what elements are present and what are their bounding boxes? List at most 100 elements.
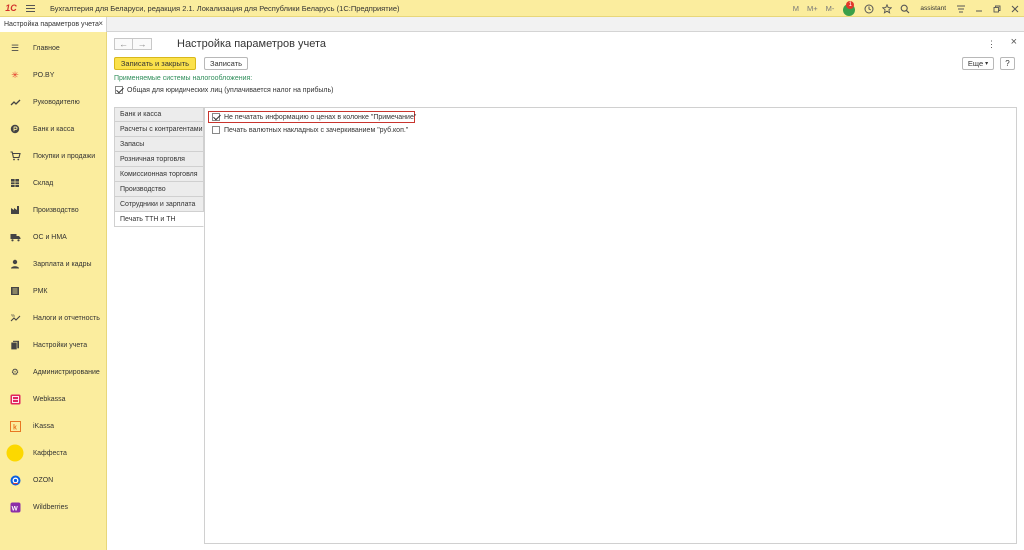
section-bank-cash[interactable]: Банк и касса xyxy=(114,107,204,122)
sidebar-item-fixed-assets[interactable]: ОС и НМА xyxy=(0,227,107,247)
sidebar-item-ikassa[interactable]: k iKassa xyxy=(0,416,107,436)
sidebar-item-label: OZON xyxy=(33,476,54,484)
sidebar-item-manager[interactable]: Руководителю xyxy=(0,92,107,112)
documents-icon xyxy=(9,339,21,351)
section-production[interactable]: Производство xyxy=(114,182,204,197)
currency-strike-option[interactable]: Печать валютных накладных с зачеркивание… xyxy=(212,126,408,134)
save-and-close-button[interactable]: Записать и закрыть xyxy=(114,57,196,70)
memory-button[interactable]: M xyxy=(789,0,803,17)
main-menu-icon[interactable] xyxy=(26,0,40,17)
settings-sections-list: Банк и касса Расчеты с контрагентами Зап… xyxy=(114,107,204,227)
cash-register-icon xyxy=(9,285,21,297)
svg-text:k: k xyxy=(13,424,17,431)
wildberries-icon: W xyxy=(9,501,21,513)
more-vertical-icon[interactable]: ⋮ xyxy=(987,39,996,50)
sidebar-item-label: Каффеста xyxy=(33,449,67,457)
settings-form: ← → Настройка параметров учета ⋮ × Запис… xyxy=(108,32,1024,550)
sidebar-item-purchases-sales[interactable]: Покупки и продажи xyxy=(0,146,107,166)
title-bar: 1С Бухгалтерия для Беларуси, редакция 2.… xyxy=(0,0,1024,17)
cart-icon xyxy=(9,150,21,162)
history-nav: ← → xyxy=(114,38,152,50)
sidebar-item-accounting-settings[interactable]: Настройки учета xyxy=(0,335,107,355)
tab-accounting-settings[interactable]: Настройка параметров учета × xyxy=(0,17,107,32)
sidebar-item-label: ОС и НМА xyxy=(33,233,67,241)
search-icon[interactable] xyxy=(896,0,914,17)
sidebar-item-label: Главное xyxy=(33,44,60,52)
sun-icon: ✳ xyxy=(11,69,19,80)
section-employees-salary[interactable]: Сотрудники и зарплата xyxy=(114,197,204,212)
truck-icon xyxy=(9,231,21,243)
sidebar-item-webkassa[interactable]: Webkassa xyxy=(0,389,107,409)
sidebar-item-label: Настройки учета xyxy=(33,341,88,349)
coin-icon xyxy=(9,123,21,135)
sidebar-item-ozon[interactable]: OZON xyxy=(0,470,107,490)
tab-label: Настройка параметров учета xyxy=(4,21,99,28)
app-title: Бухгалтерия для Беларуси, редакция 2.1. … xyxy=(50,3,400,13)
notification-badge: 1 xyxy=(846,0,855,9)
sidebar-item-production[interactable]: Производство xyxy=(0,200,107,220)
currency-strike-checkbox[interactable] xyxy=(212,126,220,134)
no-price-note-checkbox[interactable] xyxy=(212,113,220,121)
minimize-icon[interactable] xyxy=(970,0,988,17)
svg-text:%: % xyxy=(11,313,15,318)
sidebar-item-wildberries[interactable]: W Wildberries xyxy=(0,497,107,517)
menu-list-icon: ☰ xyxy=(10,42,20,53)
sidebar-item-label: Wildberries xyxy=(33,503,69,511)
help-button[interactable]: ? xyxy=(1000,57,1015,70)
general-tax-option[interactable]: Общая для юридических лиц (уплачивается … xyxy=(115,86,333,94)
memory-plus-button[interactable]: M+ xyxy=(803,0,822,17)
more-actions-label: Еще xyxy=(967,59,984,68)
section-counterparties[interactable]: Расчеты с контрагентами xyxy=(114,122,204,137)
general-tax-label: Общая для юридических лиц (уплачивается … xyxy=(127,86,334,94)
sidebar-item-label: Склад xyxy=(33,179,54,187)
sidebar-item-bank-cash[interactable]: Банк и касса xyxy=(0,119,107,139)
sidebar-item-rmk[interactable]: РМК xyxy=(0,281,107,301)
settings-menu-icon[interactable] xyxy=(952,0,970,17)
favorites-star-icon[interactable] xyxy=(878,0,896,17)
forward-arrow-icon[interactable]: → xyxy=(133,38,152,50)
sidebar-item-label: PO.BY xyxy=(33,71,55,79)
user-name[interactable]: assistant xyxy=(914,5,952,12)
kaffesta-icon xyxy=(6,444,24,462)
sidebar-item-label: Покупки и продажи xyxy=(33,152,96,160)
section-content-panel: Не печатать информацию о ценах в колонке… xyxy=(204,107,1017,544)
svg-text:W: W xyxy=(11,505,18,512)
section-retail[interactable]: Розничная торговля xyxy=(114,152,204,167)
no-price-note-option[interactable]: Не печатать информацию о ценах в колонке… xyxy=(212,113,416,121)
sidebar-item-administration[interactable]: ⚙ Администрирование xyxy=(0,362,107,382)
webkassa-icon xyxy=(9,393,21,405)
sidebar-item-label: Производство xyxy=(33,206,79,214)
sidebar-item-warehouse[interactable]: Склад xyxy=(0,173,107,193)
sidebar-item-main[interactable]: ☰ Главное xyxy=(0,38,107,58)
section-print-ttn[interactable]: Печать ТТН и ТН xyxy=(114,212,204,227)
sidebar-item-label: РМК xyxy=(33,287,48,295)
more-actions-button[interactable]: Еще ▾ xyxy=(962,57,994,70)
close-tab-icon[interactable]: × xyxy=(98,19,103,28)
page-title: Настройка параметров учета xyxy=(177,38,327,50)
notifications-button[interactable]: 1 xyxy=(838,0,860,17)
general-tax-checkbox[interactable] xyxy=(115,86,123,94)
sidebar-item-salary-hr[interactable]: Зарплата и кадры xyxy=(0,254,107,274)
no-price-note-label: Не печатать информацию о ценах в колонке… xyxy=(224,113,417,121)
back-arrow-icon[interactable]: ← xyxy=(114,38,133,50)
chevron-down-icon: ▾ xyxy=(985,61,989,67)
sidebar-item-po-by[interactable]: ✳ PO.BY xyxy=(0,65,107,85)
history-icon[interactable] xyxy=(860,0,878,17)
sidebar-item-label: Администрирование xyxy=(33,368,100,376)
tax-systems-label: Применяемые системы налогообложения: xyxy=(114,75,253,82)
save-button[interactable]: Записать xyxy=(204,57,248,70)
close-form-icon[interactable]: × xyxy=(1011,36,1017,48)
sidebar-item-label: Руководителю xyxy=(33,98,80,106)
sidebar-item-label: Webkassa xyxy=(33,395,66,403)
ikassa-icon: k xyxy=(9,420,21,432)
section-inventory[interactable]: Запасы xyxy=(114,137,204,152)
app-logo: 1С xyxy=(5,3,17,13)
close-window-icon[interactable] xyxy=(1006,0,1024,17)
currency-strike-label: Печать валютных накладных с зачеркивание… xyxy=(224,126,409,134)
sidebar-item-taxes-reports[interactable]: % Налоги и отчетность xyxy=(0,308,107,328)
sidebar-item-label: Зарплата и кадры xyxy=(33,260,92,268)
restore-icon[interactable] xyxy=(988,0,1006,17)
section-commission[interactable]: Комиссионная торговля xyxy=(114,167,204,182)
memory-minus-button[interactable]: M- xyxy=(822,0,839,17)
sidebar-item-kaffesta[interactable]: Каффеста xyxy=(0,443,107,463)
